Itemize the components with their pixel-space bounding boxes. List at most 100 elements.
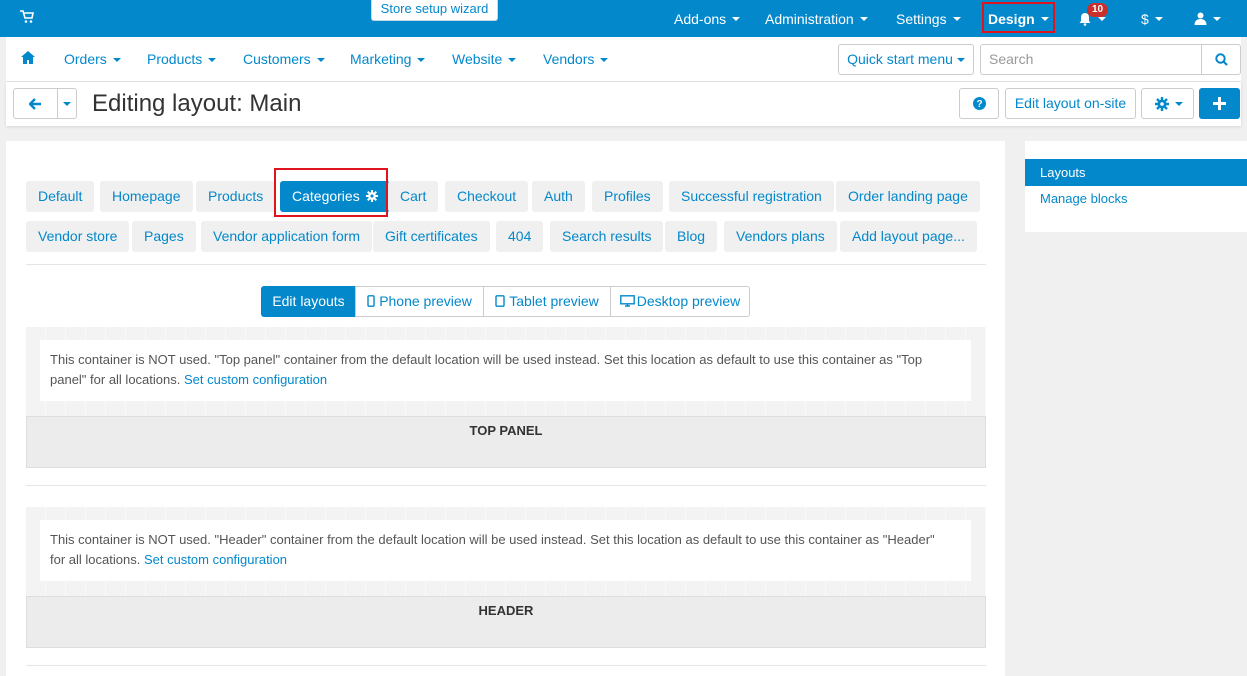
chevron-down-icon (417, 58, 426, 63)
nav-vendors[interactable]: Vendors (543, 51, 609, 67)
tablet-icon (495, 295, 505, 307)
notice-text-line1: This container is NOT used. "Header" con… (50, 532, 935, 547)
container-notice: This container is NOT used. "Header" con… (40, 520, 971, 581)
divider (26, 665, 986, 666)
layout-tab-profiles[interactable]: Profiles (592, 181, 663, 212)
search-icon (1215, 53, 1228, 66)
chevron-down-icon (208, 58, 217, 63)
tablet-preview-tab[interactable]: Tablet preview (483, 286, 611, 317)
currency-label: $ (1141, 10, 1149, 27)
header-label: HEADER (478, 603, 534, 618)
search-button[interactable] (1201, 44, 1241, 75)
user-icon (1194, 12, 1207, 25)
chevron-down-icon (112, 58, 121, 63)
settings-menu-label: Settings (896, 10, 947, 27)
container-notice: This container is NOT used. "Top panel" … (40, 340, 971, 401)
sidebar-item-layouts[interactable]: Layouts (1025, 159, 1247, 186)
desktop-preview-label: Desktop preview (636, 293, 741, 309)
currency-menu[interactable]: $ (1141, 0, 1163, 37)
search-input[interactable]: Search (980, 44, 1202, 75)
nav-orders[interactable]: Orders (64, 51, 121, 67)
top-panel-container: This container is NOT used. "Top panel" … (26, 327, 986, 468)
chevron-down-icon (1154, 16, 1163, 21)
user-menu[interactable] (1194, 0, 1221, 37)
administration-menu[interactable]: Administration (765, 0, 868, 37)
layout-tab-default[interactable]: Default (26, 181, 95, 212)
desktop-icon (619, 295, 635, 307)
title-bar: Editing layout: Main ? Edit layout on-si… (6, 82, 1241, 126)
notice-text-line2: panel" for all locations. (50, 372, 181, 387)
layout-tab-vendors-plans[interactable]: Vendors plans (724, 221, 837, 252)
chevron-down-icon (600, 58, 609, 63)
settings-menu[interactable]: Settings (896, 0, 961, 37)
cart-icon[interactable] (20, 10, 34, 24)
question-circle-icon: ? (973, 97, 986, 110)
desktop-preview-tab[interactable]: Desktop preview (610, 286, 750, 317)
back-button[interactable] (13, 88, 58, 119)
layout-tab-cart[interactable]: Cart (388, 181, 439, 212)
header-grid: HEADER (26, 596, 986, 648)
quick-start-menu-label: Quick start menu (847, 51, 953, 67)
chevron-down-icon (956, 58, 965, 63)
chevron-down-icon (1098, 16, 1106, 21)
nav-vendors-label: Vendors (543, 51, 595, 67)
sidebar: Layouts Manage blocks (1025, 141, 1247, 232)
gear-icon (1155, 97, 1169, 111)
layout-tab-homepage[interactable]: Homepage (100, 181, 193, 212)
layout-tab-vendor-store[interactable]: Vendor store (26, 221, 130, 252)
arrow-left-icon (29, 98, 42, 110)
edit-layouts-tab[interactable]: Edit layouts (261, 286, 356, 317)
nav-products-label: Products (147, 51, 203, 67)
store-setup-wizard-button[interactable]: Store setup wizard (371, 0, 498, 21)
layout-tab-successful-registration[interactable]: Successful registration (669, 181, 834, 212)
nav-customers-label: Customers (243, 51, 311, 67)
nav-website-label: Website (452, 51, 503, 67)
chevron-down-icon (952, 16, 961, 21)
nav-marketing-label: Marketing (350, 51, 412, 67)
help-button[interactable]: ? (959, 88, 999, 119)
notice-text-line1: This container is NOT used. "Top panel" … (50, 352, 923, 367)
nav-marketing[interactable]: Marketing (350, 51, 426, 67)
edit-layout-onsite-button[interactable]: Edit layout on-site (1005, 88, 1136, 119)
chevron-down-icon (859, 16, 868, 21)
chevron-down-icon (732, 16, 741, 21)
layout-tab-404[interactable]: 404 (496, 221, 544, 252)
layout-tab-vendor-application-form[interactable]: Vendor application form (201, 221, 373, 252)
notification-badge: 10 (1087, 3, 1109, 17)
divider (26, 264, 986, 265)
top-panel-grid: TOP PANEL (26, 416, 986, 468)
settings-dropdown-button[interactable] (1141, 88, 1194, 119)
layout-tab-gift-certificates[interactable]: Gift certificates (373, 221, 490, 252)
home-icon[interactable] (21, 51, 35, 64)
categories-highlight-box (274, 168, 388, 217)
tablet-preview-label: Tablet preview (509, 293, 599, 309)
addons-menu[interactable]: Add-ons (674, 0, 741, 37)
quick-start-menu-button[interactable]: Quick start menu (838, 44, 974, 75)
add-layout-page-button[interactable]: Add layout page... (840, 221, 977, 252)
layout-tab-products[interactable]: Products (196, 181, 276, 212)
sidebar-item-manage-blocks[interactable]: Manage blocks (1040, 191, 1127, 206)
layout-tab-order-landing-page[interactable]: Order landing page (836, 181, 980, 212)
top-panel-label: TOP PANEL (469, 423, 543, 438)
phone-icon (367, 295, 375, 307)
back-dropdown-button[interactable] (57, 88, 77, 119)
layout-tab-search-results[interactable]: Search results (550, 221, 664, 252)
layout-tab-checkout[interactable]: Checkout (445, 181, 529, 212)
layout-tab-pages[interactable]: Pages (132, 221, 196, 252)
chevron-down-icon (508, 58, 517, 63)
phone-preview-label: Phone preview (379, 293, 472, 309)
nav-products[interactable]: Products (147, 51, 217, 67)
set-custom-configuration-link[interactable]: Set custom configuration (184, 372, 327, 387)
design-highlight-box (982, 2, 1055, 33)
nav-website[interactable]: Website (452, 51, 517, 67)
page-title: Editing layout: Main (92, 90, 302, 117)
set-custom-configuration-link[interactable]: Set custom configuration (144, 552, 287, 567)
addons-menu-label: Add-ons (674, 10, 727, 27)
nav-customers[interactable]: Customers (243, 51, 325, 67)
notice-text-line2: for all locations. (50, 552, 141, 567)
add-button[interactable] (1199, 88, 1240, 119)
layout-tab-blog[interactable]: Blog (665, 221, 718, 252)
header-container: This container is NOT used. "Header" con… (26, 507, 986, 648)
phone-preview-tab[interactable]: Phone preview (355, 286, 484, 317)
layout-tab-auth[interactable]: Auth (532, 181, 585, 212)
